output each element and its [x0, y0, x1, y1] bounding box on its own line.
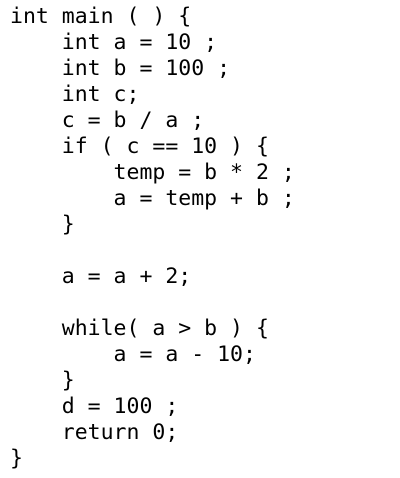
code-line: } [10, 368, 75, 393]
code-line: while( a > b ) { [10, 316, 269, 341]
code-line: } [10, 446, 23, 471]
code-line: c = b / a ; [10, 108, 205, 133]
code-line: a = a + 2; [10, 264, 192, 289]
code-line: return 0; [10, 420, 179, 445]
code-block: int main ( ) { int a = 10 ; int b = 100 … [10, 4, 295, 472]
code-line: temp = b * 2 ; [10, 160, 295, 185]
code-line: int c; [10, 82, 140, 107]
code-line: a = temp + b ; [10, 186, 295, 211]
code-line: } [10, 212, 75, 237]
code-line: a = a - 10; [10, 342, 256, 367]
code-line: d = 100 ; [10, 394, 179, 419]
code-line: if ( c == 10 ) { [10, 134, 269, 159]
code-line: int b = 100 ; [10, 56, 231, 81]
code-line: int main ( ) { [10, 4, 192, 29]
code-line: int a = 10 ; [10, 30, 218, 55]
